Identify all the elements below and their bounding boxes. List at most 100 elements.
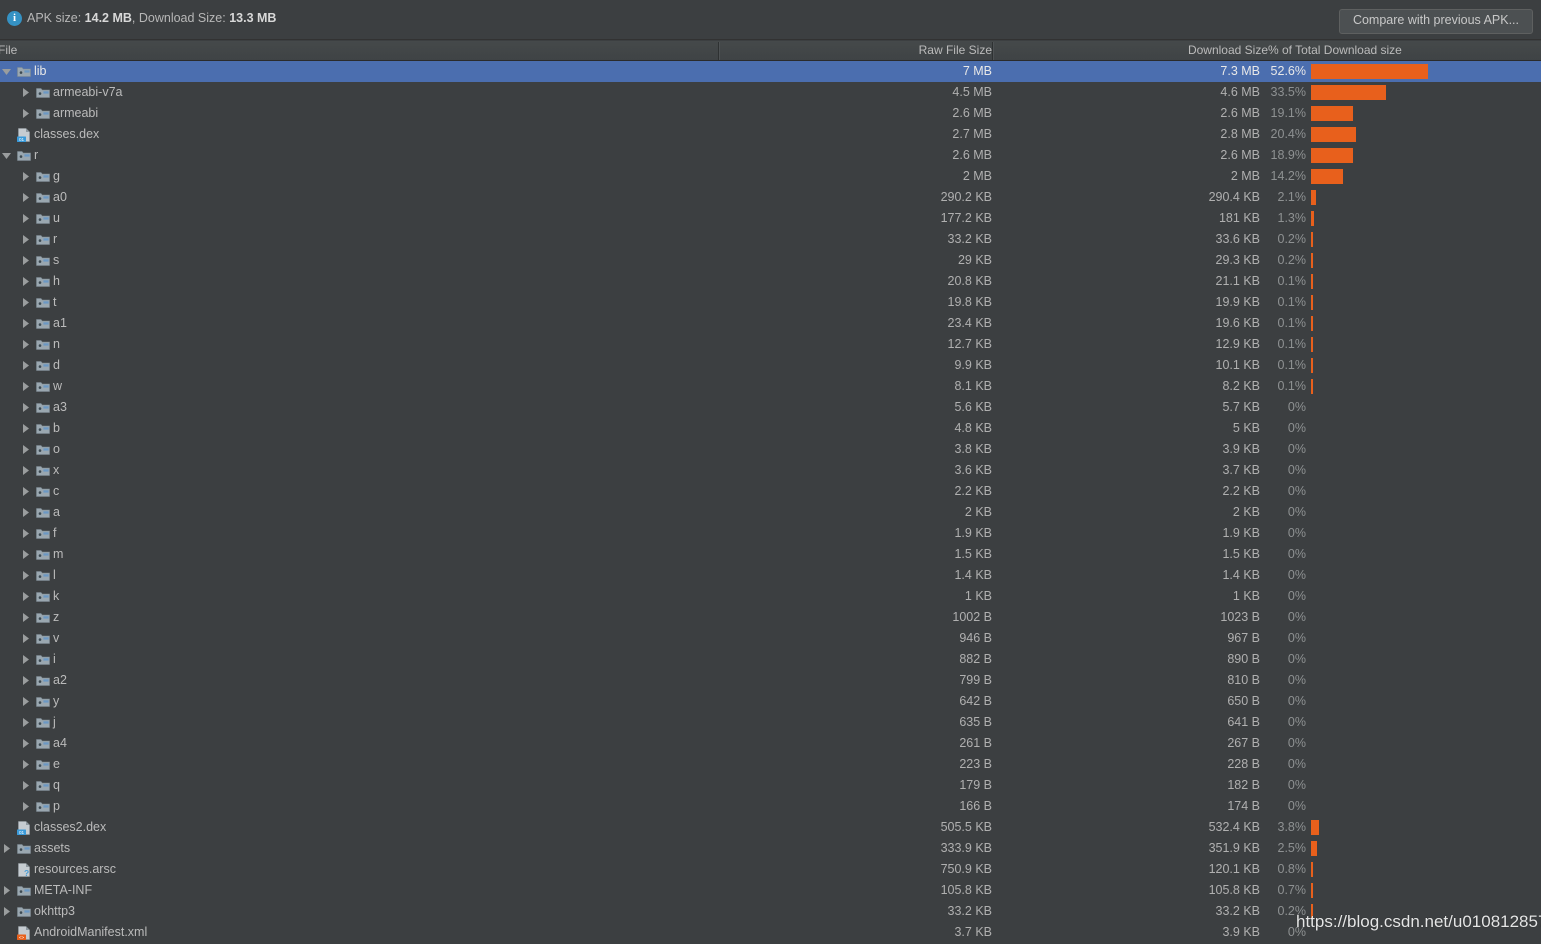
table-row[interactable]: o 3.8 KB 3.9 KB 0% [0, 439, 1541, 460]
expand-arrow-icon[interactable] [21, 571, 30, 580]
table-row[interactable]: a0 290.2 KB 290.4 KB 2.1% [0, 187, 1541, 208]
expand-arrow-icon[interactable] [21, 298, 30, 307]
table-row[interactable]: p 166 B 174 B 0% [0, 796, 1541, 817]
table-row[interactable]: l 1.4 KB 1.4 KB 0% [0, 565, 1541, 586]
download-size-cell: 8.2 KB [1222, 379, 1260, 393]
collapse-arrow-icon[interactable] [2, 67, 11, 76]
folder-icon [36, 611, 50, 624]
table-row[interactable]: x 3.6 KB 3.7 KB 0% [0, 460, 1541, 481]
percent-cell: 0% [1287, 652, 1306, 666]
expand-arrow-icon[interactable] [21, 592, 30, 601]
expand-arrow-icon[interactable] [2, 844, 11, 853]
file-name-label: f [53, 526, 57, 540]
table-row[interactable]: u 177.2 KB 181 KB 1.3% [0, 208, 1541, 229]
table-row[interactable]: h 20.8 KB 21.1 KB 0.1% [0, 271, 1541, 292]
expand-arrow-icon[interactable] [21, 424, 30, 433]
table-row[interactable]: a 2 KB 2 KB 0% [0, 502, 1541, 523]
table-row[interactable]: q 179 B 182 B 0% [0, 775, 1541, 796]
expand-arrow-icon[interactable] [21, 340, 30, 349]
expand-arrow-icon[interactable] [21, 613, 30, 622]
expand-arrow-icon[interactable] [21, 361, 30, 370]
table-row[interactable]: a1 23.4 KB 19.6 KB 0.1% [0, 313, 1541, 334]
expand-arrow-icon[interactable] [21, 697, 30, 706]
expand-arrow-icon[interactable] [21, 193, 30, 202]
raw-file-size-cell: 179 B [959, 778, 992, 792]
table-row[interactable]: n 12.7 KB 12.9 KB 0.1% [0, 334, 1541, 355]
table-row[interactable]: 01 classes.dex 2.7 MB 2.8 MB 20.4% [0, 124, 1541, 145]
collapse-arrow-icon[interactable] [2, 151, 11, 160]
expand-arrow-icon[interactable] [21, 172, 30, 181]
percent-bar [1311, 190, 1316, 205]
column-header-raw-file-size[interactable]: Raw File Size [718, 43, 992, 57]
expand-arrow-icon[interactable] [21, 487, 30, 496]
expand-arrow-icon[interactable] [2, 907, 11, 916]
expand-arrow-icon[interactable] [21, 760, 30, 769]
file-name-label: u [53, 211, 60, 225]
column-header-file[interactable]: File [0, 43, 17, 57]
raw-file-size-cell: 2.6 MB [952, 148, 992, 162]
column-header-download-size[interactable]: Download Size [1000, 43, 1268, 57]
table-row[interactable]: okhttp3 33.2 KB 33.2 KB 0.2% [0, 901, 1541, 922]
table-row[interactable]: lib 7 MB 7.3 MB 52.6% [0, 61, 1541, 82]
table-row[interactable]: j 635 B 641 B 0% [0, 712, 1541, 733]
table-row[interactable]: d 9.9 KB 10.1 KB 0.1% [0, 355, 1541, 376]
table-row[interactable]: z 1002 B 1023 B 0% [0, 607, 1541, 628]
expand-arrow-icon[interactable] [21, 403, 30, 412]
expand-arrow-icon[interactable] [21, 466, 30, 475]
table-row[interactable]: assets 333.9 KB 351.9 KB 2.5% [0, 838, 1541, 859]
table-row[interactable]: t 19.8 KB 19.9 KB 0.1% [0, 292, 1541, 313]
table-row[interactable]: armeabi 2.6 MB 2.6 MB 19.1% [0, 103, 1541, 124]
expand-arrow-icon[interactable] [21, 676, 30, 685]
table-row[interactable]: armeabi-v7a 4.5 MB 4.6 MB 33.5% [0, 82, 1541, 103]
expand-arrow-icon[interactable] [21, 214, 30, 223]
table-row[interactable]: a2 799 B 810 B 0% [0, 670, 1541, 691]
file-name-label: i [53, 652, 56, 666]
table-row[interactable]: a4 261 B 267 B 0% [0, 733, 1541, 754]
expand-arrow-icon[interactable] [21, 739, 30, 748]
expand-arrow-icon[interactable] [21, 718, 30, 727]
table-row[interactable]: 01 classes2.dex 505.5 KB 532.4 KB 3.8% [0, 817, 1541, 838]
table-row[interactable]: r 33.2 KB 33.6 KB 0.2% [0, 229, 1541, 250]
expand-arrow-icon[interactable] [21, 550, 30, 559]
download-size-cell: 1.4 KB [1222, 568, 1260, 582]
table-row[interactable]: y 642 B 650 B 0% [0, 691, 1541, 712]
file-name-label: q [53, 778, 60, 792]
table-row[interactable]: s 29 KB 29.3 KB 0.2% [0, 250, 1541, 271]
table-row[interactable]: a3 5.6 KB 5.7 KB 0% [0, 397, 1541, 418]
table-row[interactable]: e 223 B 228 B 0% [0, 754, 1541, 775]
raw-file-size-cell: 1 KB [964, 589, 992, 603]
expand-arrow-icon[interactable] [21, 235, 30, 244]
table-row[interactable]: w 8.1 KB 8.2 KB 0.1% [0, 376, 1541, 397]
expand-arrow-icon[interactable] [21, 529, 30, 538]
expand-arrow-icon[interactable] [21, 655, 30, 664]
table-row[interactable]: m 1.5 KB 1.5 KB 0% [0, 544, 1541, 565]
expand-arrow-icon[interactable] [21, 781, 30, 790]
table-row[interactable]: v 946 B 967 B 0% [0, 628, 1541, 649]
expand-arrow-icon[interactable] [21, 88, 30, 97]
column-divider-raw-download[interactable] [992, 42, 994, 60]
expand-arrow-icon[interactable] [21, 256, 30, 265]
file-name-label: classes2.dex [34, 820, 107, 834]
table-row[interactable]: b 4.8 KB 5 KB 0% [0, 418, 1541, 439]
table-row[interactable]: ? resources.arsc 750.9 KB 120.1 KB 0.8% [0, 859, 1541, 880]
expand-arrow-icon[interactable] [21, 109, 30, 118]
table-row[interactable]: META-INF 105.8 KB 105.8 KB 0.7% [0, 880, 1541, 901]
table-row[interactable]: k 1 KB 1 KB 0% [0, 586, 1541, 607]
expand-arrow-icon[interactable] [21, 277, 30, 286]
expand-arrow-icon[interactable] [21, 802, 30, 811]
compare-with-previous-apk-button[interactable]: Compare with previous APK... [1338, 9, 1533, 34]
table-row[interactable]: f 1.9 KB 1.9 KB 0% [0, 523, 1541, 544]
apk-file-tree[interactable]: lib 7 MB 7.3 MB 52.6% armeabi-v7a 4.5 MB 4.6 M… [0, 61, 1541, 944]
expand-arrow-icon[interactable] [2, 886, 11, 895]
expand-arrow-icon[interactable] [21, 634, 30, 643]
expand-arrow-icon[interactable] [21, 319, 30, 328]
expand-arrow-icon[interactable] [21, 445, 30, 454]
expand-arrow-icon[interactable] [21, 508, 30, 517]
table-row[interactable]: r 2.6 MB 2.6 MB 18.9% [0, 145, 1541, 166]
table-row[interactable]: i 882 B 890 B 0% [0, 649, 1541, 670]
expand-arrow-icon[interactable] [21, 382, 30, 391]
column-header-percent-total[interactable]: % of Total Download size [1268, 43, 1402, 57]
table-row[interactable]: <> AndroidManifest.xml 3.7 KB 3.9 KB 0% [0, 922, 1541, 943]
table-row[interactable]: g 2 MB 2 MB 14.2% [0, 166, 1541, 187]
table-row[interactable]: c 2.2 KB 2.2 KB 0% [0, 481, 1541, 502]
